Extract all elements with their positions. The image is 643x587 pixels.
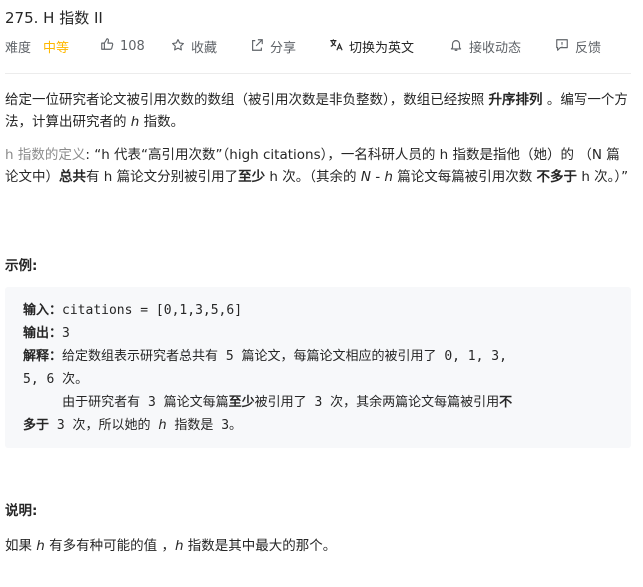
problem-page: 275. H 指数 II 难度 中等 108 收藏 分享 切换为英文 接收动态 … <box>0 0 643 587</box>
explain-bold: 多于 <box>23 418 50 433</box>
problem-toolbar: 难度 中等 108 收藏 分享 切换为英文 接收动态 反馈 <box>5 37 630 59</box>
explain-text: 5, 6 次。 <box>23 372 89 387</box>
notes-text: 如果 h 有多有种可能的值 ，h 指数是其中最大的那个。 <box>5 534 336 554</box>
feedback-label: 反馈 <box>575 41 602 56</box>
input-value: citations = [0,1,3,5,6] <box>62 303 243 318</box>
explain-bold: 不 <box>499 395 513 410</box>
definition-paragraph: h 指数的定义: “h 代表“高引用次数”（high citations），一名… <box>5 144 630 188</box>
share-button[interactable]: 分享 <box>250 37 296 56</box>
explain-text: 指数是 3。 <box>166 418 243 433</box>
bell-icon <box>449 38 463 56</box>
feedback-button[interactable]: 反馈 <box>555 37 601 56</box>
notify-label: 接收动态 <box>469 41 522 56</box>
explain-text: 3 次，所以她的 <box>49 418 159 433</box>
notes-text-part: 指数是其中最大的那个。 <box>183 538 337 554</box>
notes-heading: 说明: <box>5 503 38 519</box>
description-bold: 升序排列 <box>488 92 543 108</box>
description-text: 指数。 <box>139 114 185 130</box>
example-explain-line: 由于研究者有 3 篇论文每篇至少被引用了 3 次，其余两篇论文每篇被引用不 <box>23 391 623 414</box>
definition-text: 篇论文每篇被引用次数 <box>392 169 537 185</box>
feedback-icon <box>555 38 569 56</box>
translate-icon <box>329 38 343 56</box>
notify-button[interactable]: 接收动态 <box>449 37 521 56</box>
input-label: 输入： <box>23 303 63 318</box>
notes-italic: h <box>36 538 45 554</box>
definition-bold: 总共 <box>59 169 86 185</box>
favorite-label: 收藏 <box>191 41 218 56</box>
notes-text-part: 有多有种可能的值 ， <box>44 538 175 554</box>
definition-text: h 次。）” <box>577 169 629 185</box>
like-count: 108 <box>120 38 145 54</box>
header-divider <box>5 73 631 74</box>
output-value: 3 <box>62 326 70 341</box>
example-output-line: 输出：3 <box>23 322 623 345</box>
switch-language-button[interactable]: 切换为英文 <box>329 37 414 56</box>
example-code-block: 输入：citations = [0,1,3,5,6] 输出：3 解释：给定数组表… <box>5 287 631 448</box>
definition-text: h 次。（其余的 <box>265 169 361 185</box>
notes-italic: h <box>174 538 184 554</box>
share-label: 分享 <box>270 41 297 56</box>
example-explain-line: 5, 6 次。 <box>23 368 623 391</box>
example-explain-line: 多于 3 次，所以她的 h 指数是 3。 <box>23 414 623 437</box>
definition-italic: N - h <box>360 169 393 185</box>
definition-bold: 不多于 <box>536 169 578 185</box>
translate-label: 切换为英文 <box>349 41 415 56</box>
favorite-button[interactable]: 收藏 <box>171 37 217 56</box>
difficulty-label: 难度 <box>5 41 32 56</box>
explain-text: 被引用了 3 次，其余两篇论文每篇被引用 <box>254 395 500 410</box>
thumbs-up-icon <box>100 37 114 55</box>
output-label: 输出： <box>23 326 63 341</box>
description-paragraph: 给定一位研究者论文被引用次数的数组（被引用次数是非负整数），数组已经按照 升序排… <box>5 89 630 133</box>
star-icon <box>171 38 185 56</box>
explain-text: 由于研究者有 3 篇论文每篇 <box>23 395 229 410</box>
explain-bold: 至少 <box>228 395 255 410</box>
description-text: 给定一位研究者论文被引用次数的数组（被引用次数是非负整数），数组已经按照 <box>5 92 489 108</box>
definition-bold: 至少 <box>238 169 266 185</box>
example-explain-line: 解释：给定数组表示研究者总共有 5 篇论文，每篇论文相应的被引用了 0, 1, … <box>23 345 623 368</box>
notes-text-part: 如果 <box>5 538 37 554</box>
like-button[interactable]: 108 <box>100 37 145 55</box>
example-heading: 示例: <box>5 258 38 274</box>
definition-link[interactable]: h 指数的定义 <box>5 147 85 163</box>
share-icon <box>250 38 264 56</box>
difficulty-badge: 中等 <box>43 41 70 56</box>
explain-label: 解释： <box>23 349 63 364</box>
explain-text: 给定数组表示研究者总共有 5 篇论文，每篇论文相应的被引用了 0, 1, 3, <box>62 349 515 364</box>
explain-italic: h <box>158 418 167 433</box>
definition-text: 有 h 篇论文分别被引用了 <box>86 169 239 185</box>
page-title: 275. H 指数 II <box>5 9 103 27</box>
example-input-line: 输入：citations = [0,1,3,5,6] <box>23 299 623 322</box>
